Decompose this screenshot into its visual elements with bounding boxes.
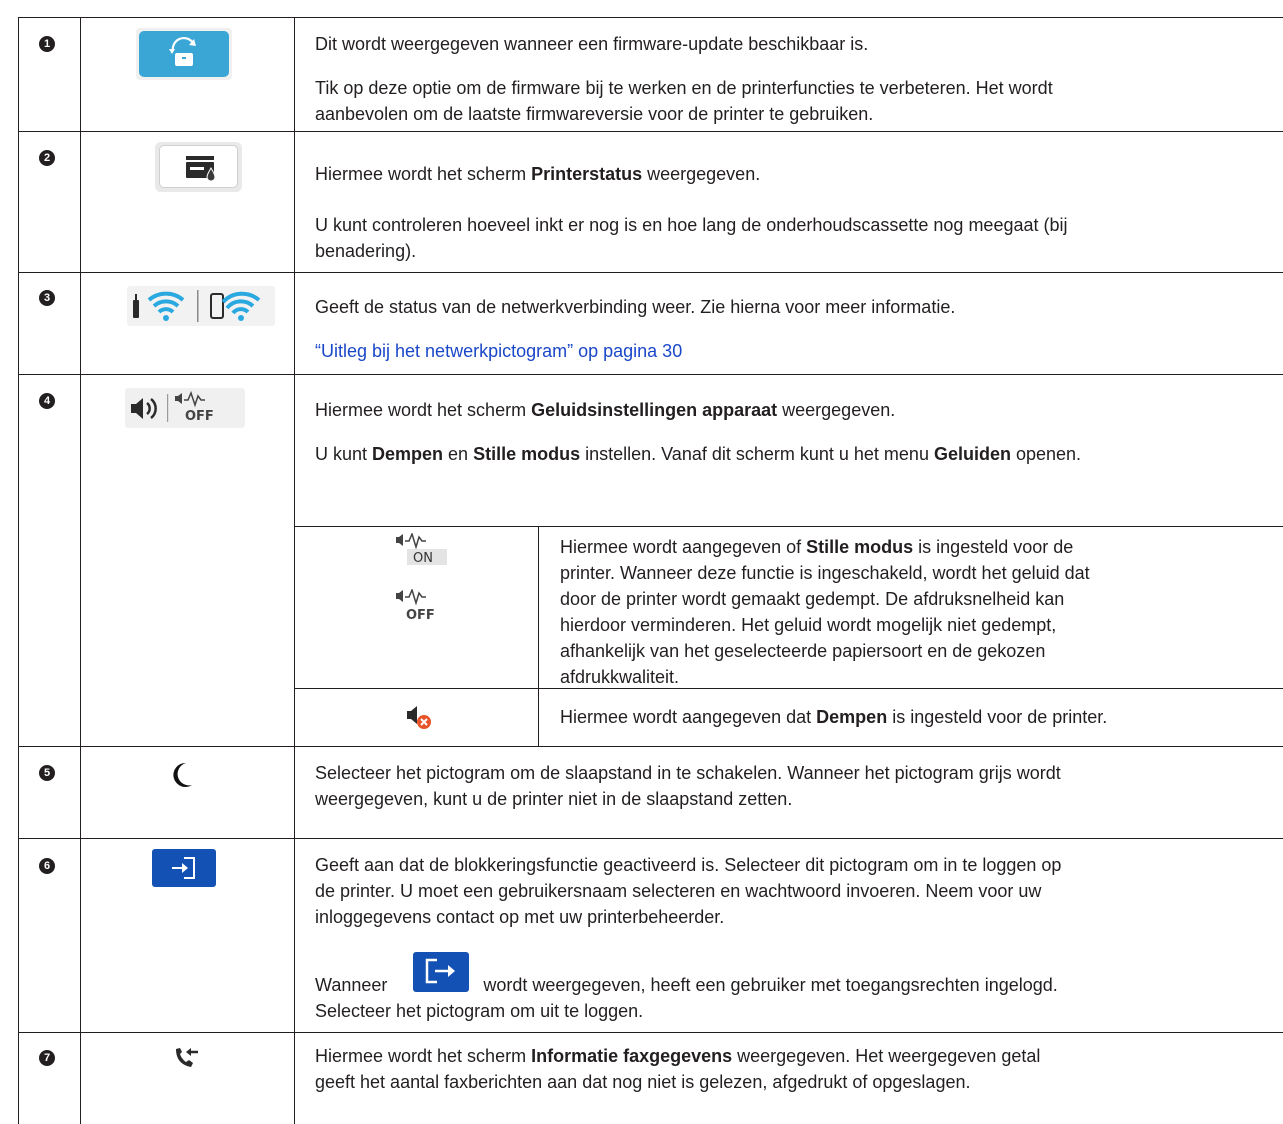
column-divider bbox=[294, 17, 295, 1124]
svg-text:OFF: OFF bbox=[406, 608, 435, 623]
row-number-badge: 5 bbox=[39, 765, 55, 781]
row-3-paragraph-1: Geeft de status van de netwerkverbinding… bbox=[315, 297, 956, 317]
row-6-line-1: Geeft aan dat de blokkeringsfunctie geac… bbox=[315, 855, 1062, 875]
column-divider bbox=[80, 17, 81, 1124]
svg-text:OFF: OFF bbox=[185, 409, 214, 424]
row-4-paragraph-2: U kunt Dempen en Stille modus instellen.… bbox=[315, 444, 1082, 464]
firmware-update-icon bbox=[136, 28, 232, 80]
quiet-mode-description-line-1: Hiermee wordt aangegeven of Stille modus… bbox=[560, 537, 1074, 557]
quiet-mode-off-icon: OFF bbox=[392, 587, 452, 623]
icon-description-table: 1 Dit wordt weergegeven wanneer een firm… bbox=[0, 0, 1283, 1124]
row-number-badge: 3 bbox=[39, 290, 55, 306]
row-divider bbox=[18, 838, 1283, 839]
table-border-top bbox=[18, 17, 1283, 18]
quiet-mode-description-line-2: printer. Wanneer deze functie is ingesch… bbox=[560, 563, 1090, 583]
quiet-mode-on-icon: ON bbox=[392, 531, 452, 567]
row-2-paragraph-2-line-1: U kunt controleren hoeveel inkt er nog i… bbox=[315, 215, 1068, 235]
row-divider bbox=[18, 746, 1283, 747]
row-divider bbox=[18, 131, 1283, 132]
sound-settings-icon: OFF bbox=[125, 388, 245, 428]
mute-icon bbox=[404, 702, 436, 732]
row-number-badge: 4 bbox=[39, 393, 55, 409]
row-5-line-1: Selecteer het pictogram om de slaapstand… bbox=[315, 763, 1061, 783]
table-border-left bbox=[18, 17, 19, 1124]
row-number-badge: 2 bbox=[39, 150, 55, 166]
quiet-mode-description-line-4: hierdoor verminderen. Het geluid wordt m… bbox=[560, 615, 1057, 635]
sleep-moon-icon[interactable] bbox=[170, 761, 194, 789]
row-6-line-2: de printer. U moet een gebruikersnaam se… bbox=[315, 881, 1042, 901]
row-1-paragraph-2-line-1: Tik op deze optie om de firmware bij te … bbox=[315, 78, 1053, 98]
subtable-border-top bbox=[294, 526, 1283, 527]
row-7-line-2: geeft het aantal faxberichten aan dat no… bbox=[315, 1072, 971, 1092]
subtable-column-divider bbox=[538, 526, 539, 746]
svg-text:ON: ON bbox=[413, 551, 433, 566]
row-5-line-2: weergegeven, kunt u de printer niet in d… bbox=[315, 789, 793, 809]
row-1-paragraph-2-line-2: aanbevolen om de laatste firmwareversie … bbox=[315, 104, 874, 124]
logout-icon[interactable] bbox=[413, 952, 469, 992]
row-6-line-3: inloggegevens contact op met uw printerb… bbox=[315, 907, 725, 927]
printer-status-icon bbox=[155, 142, 242, 192]
row-divider bbox=[18, 272, 1283, 273]
row-divider bbox=[18, 374, 1283, 375]
network-status-icon bbox=[127, 286, 275, 326]
row-2-paragraph-1: Hiermee wordt het scherm Printerstatus w… bbox=[315, 164, 761, 184]
subtable-divider bbox=[294, 688, 1283, 689]
fax-info-icon[interactable] bbox=[171, 1043, 201, 1071]
row-6-paragraph-2-line-2: Selecteer het pictogram om uit te loggen… bbox=[315, 1001, 644, 1021]
row-7-line-1: Hiermee wordt het scherm Informatie faxg… bbox=[315, 1046, 1041, 1066]
row-1-paragraph-1: Dit wordt weergegeven wanneer een firmwa… bbox=[315, 34, 869, 54]
row-4-paragraph-1: Hiermee wordt het scherm Geluidsinstelli… bbox=[315, 400, 896, 420]
mute-description: Hiermee wordt aangegeven dat Dempen is i… bbox=[560, 707, 1108, 727]
row-number-badge: 6 bbox=[39, 858, 55, 874]
network-icon-link[interactable]: “Uitleg bij het netwerkpictogram” op pag… bbox=[315, 338, 682, 364]
row-divider bbox=[18, 1032, 1283, 1033]
quiet-mode-description-line-3: door de printer wordt gemaakt gedempt. D… bbox=[560, 589, 1065, 609]
quiet-mode-description-line-6: afdrukkwaliteit. bbox=[560, 667, 680, 687]
row-number-badge: 1 bbox=[39, 36, 55, 52]
quiet-mode-description-line-5: afhankelijk van het geselecteerde papier… bbox=[560, 641, 1046, 661]
login-icon[interactable] bbox=[152, 849, 216, 887]
row-2-paragraph-2-line-2: benadering). bbox=[315, 241, 417, 261]
row-number-badge: 7 bbox=[39, 1050, 55, 1066]
